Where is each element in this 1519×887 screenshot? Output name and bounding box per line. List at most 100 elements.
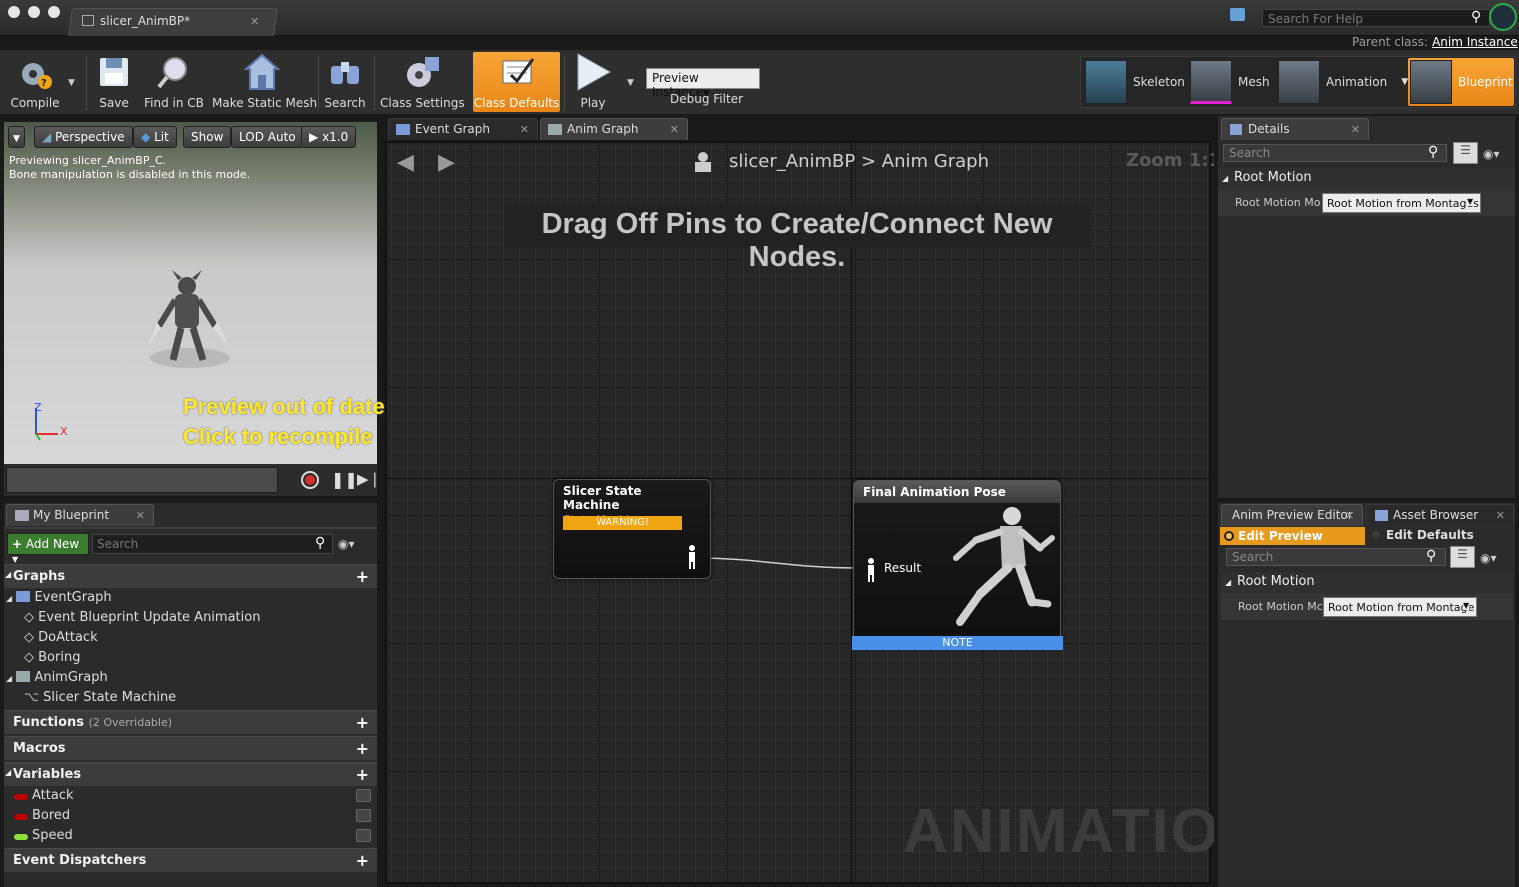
- close-tab-icon[interactable]: ✕: [1345, 509, 1354, 522]
- variables-section-header[interactable]: ◢ Variables +: [4, 762, 377, 786]
- recompile-warning[interactable]: Preview out of date Click to recompile: [183, 392, 385, 452]
- graph-item-update-animation[interactable]: ◇ Event Blueprint Update Animation: [24, 610, 260, 625]
- edit-preview-tab[interactable]: Edit Preview: [1220, 527, 1365, 545]
- variable-visibility-eye-icon[interactable]: [356, 829, 371, 842]
- search-button[interactable]: Search: [322, 52, 368, 112]
- event-dispatchers-section-header[interactable]: Event Dispatchers +: [4, 848, 377, 872]
- close-tab-icon[interactable]: ✕: [520, 123, 529, 136]
- pose-input-pin-icon[interactable]: [865, 557, 877, 583]
- preview-instance-dropdown[interactable]: Preview Instance▼: [646, 68, 760, 99]
- tab-event-graph[interactable]: Event Graph ✕: [388, 118, 538, 140]
- search-icon: ⚲: [1428, 144, 1439, 160]
- root-motion-mode-dropdown[interactable]: Root Motion from Montages: [1322, 193, 1481, 213]
- add-macro-button[interactable]: +: [356, 739, 369, 758]
- graph-item-eventgraph[interactable]: ◢ EventGraph: [6, 590, 112, 605]
- tab-anim-graph[interactable]: Anim Graph ✕: [540, 118, 688, 140]
- tab-anim-preview-editor[interactable]: Anim Preview Editor ✕: [1221, 504, 1363, 526]
- close-tab-icon[interactable]: ✕: [136, 509, 145, 522]
- debug-filter-label: Debug Filter: [670, 92, 743, 106]
- details-search-input[interactable]: Search: [1223, 144, 1447, 162]
- property-matrix-button[interactable]: ☰: [1453, 142, 1478, 164]
- back-arrow-icon[interactable]: ◀: [397, 150, 414, 175]
- perspective-button[interactable]: ◢ Perspective: [34, 126, 133, 148]
- graph-item-boring[interactable]: ◇ Boring: [24, 650, 80, 665]
- graph-item-state-machine[interactable]: ⌥ Slicer State Machine: [24, 690, 176, 705]
- compile-button[interactable]: ? Compile: [4, 52, 66, 112]
- mode-mesh[interactable]: Mesh: [1190, 58, 1270, 106]
- timeline-scrubber[interactable]: [6, 467, 278, 493]
- variable-item-attack[interactable]: Attack: [32, 788, 74, 803]
- pause-button[interactable]: ❚❚: [331, 470, 358, 489]
- add-new-button[interactable]: + Add New ▼: [7, 533, 89, 564]
- root-motion-section-header: ◢ Root Motion: [1220, 170, 1312, 185]
- minimize-window-button[interactable]: [28, 6, 40, 18]
- add-variable-button[interactable]: +: [356, 765, 369, 784]
- property-matrix-button[interactable]: ☰: [1450, 546, 1475, 568]
- edit-preview-label: Edit Preview: [1238, 529, 1323, 543]
- close-tab-icon[interactable]: ✕: [670, 123, 679, 136]
- root-motion-mode-dropdown[interactable]: Root Motion from Montage: [1323, 597, 1477, 617]
- step-forward-button[interactable]: ▶❘: [357, 470, 381, 488]
- save-button[interactable]: Save: [92, 52, 136, 112]
- graph-item-doattack[interactable]: ◇ DoAttack: [24, 630, 98, 645]
- tab-asset-browser-label: Asset Browser: [1393, 508, 1479, 522]
- search-help-input[interactable]: Search For Help: [1262, 9, 1490, 27]
- class-settings-button[interactable]: Class Settings: [380, 52, 465, 112]
- lit-button[interactable]: ◆ Lit: [133, 126, 177, 148]
- graphs-section-header[interactable]: ◢ Graphs +: [4, 564, 377, 588]
- record-icon: [305, 475, 315, 485]
- breadcrumb-root[interactable]: slicer_AnimBP: [729, 151, 855, 172]
- mode-animation[interactable]: Animation ▼: [1278, 58, 1408, 106]
- show-button[interactable]: Show: [183, 126, 232, 148]
- maximize-window-button[interactable]: [48, 6, 60, 18]
- close-tab-icon[interactable]: ✕: [1496, 509, 1505, 522]
- compile-options-icon[interactable]: ▼: [68, 78, 75, 88]
- unreal-logo-icon[interactable]: [1489, 3, 1517, 31]
- close-tab-icon[interactable]: ✕: [1351, 123, 1360, 136]
- add-function-button[interactable]: +: [356, 713, 369, 732]
- functions-section-header[interactable]: Functions (2 Overridable) +: [4, 710, 377, 734]
- play-button[interactable]: Play: [568, 52, 618, 112]
- tab-my-blueprint[interactable]: My Blueprint ✕: [6, 504, 154, 526]
- play-options-icon[interactable]: ▼: [627, 78, 634, 88]
- viewport-message: Previewing slicer_AnimBP_C. Bone manipula…: [9, 154, 250, 182]
- variable-item-bored[interactable]: Bored: [32, 808, 70, 823]
- close-tab-icon[interactable]: ✕: [250, 15, 259, 28]
- graphs-header-label: Graphs: [13, 569, 66, 584]
- visibility-eye-icon[interactable]: ◉▾: [338, 537, 355, 551]
- lod-button[interactable]: LOD Auto: [231, 126, 304, 148]
- pose-output-pin-icon[interactable]: [686, 544, 698, 570]
- add-graph-button[interactable]: +: [356, 567, 369, 586]
- make-static-mesh-button[interactable]: Make Static Mesh: [212, 52, 317, 112]
- variable-visibility-eye-icon[interactable]: [356, 809, 371, 822]
- tab-details[interactable]: Details ✕: [1221, 118, 1369, 140]
- edit-defaults-tab[interactable]: Edit Defaults: [1372, 527, 1512, 545]
- anim-preview-search-input[interactable]: Search: [1226, 548, 1446, 566]
- graph-item-animgraph[interactable]: ◢ AnimGraph: [6, 670, 108, 685]
- visibility-eye-icon[interactable]: ◉▾: [1480, 551, 1497, 565]
- add-event-dispatcher-button[interactable]: +: [356, 851, 369, 870]
- document-tab-label: slicer_AnimBP*: [82, 14, 190, 28]
- mesh-thumbnail: [1190, 60, 1232, 104]
- mode-blueprint[interactable]: Blueprint: [1408, 58, 1514, 106]
- parent-class-link[interactable]: Anim Instance: [1432, 35, 1518, 49]
- variable-item-speed[interactable]: Speed: [32, 828, 73, 843]
- visibility-eye-icon[interactable]: ◉▾: [1483, 147, 1500, 161]
- class-defaults-button[interactable]: Class Defaults: [473, 52, 560, 112]
- graph-item-label: Boring: [38, 650, 81, 665]
- mode-skeleton[interactable]: Skeleton: [1085, 58, 1185, 106]
- forward-arrow-icon[interactable]: ▶: [438, 150, 455, 175]
- tab-details-label: Details: [1248, 122, 1290, 136]
- variable-visibility-eye-icon[interactable]: [356, 789, 371, 802]
- tab-asset-browser[interactable]: Asset Browser ✕: [1366, 504, 1514, 526]
- speed-button[interactable]: ▶ x1.0: [301, 126, 357, 148]
- macros-section-header[interactable]: Macros +: [4, 736, 377, 760]
- record-button[interactable]: [301, 471, 319, 489]
- viewport-options-dropdown[interactable]: ▼: [8, 126, 25, 148]
- close-window-button[interactable]: [8, 6, 20, 18]
- class-settings-label: Class Settings: [380, 96, 465, 110]
- search-icon[interactable]: ⚲: [1471, 9, 1481, 25]
- blueprint-search-input[interactable]: Search: [92, 534, 333, 554]
- find-in-cb-button[interactable]: Find in CB: [142, 52, 206, 112]
- chat-icon[interactable]: [1230, 8, 1245, 21]
